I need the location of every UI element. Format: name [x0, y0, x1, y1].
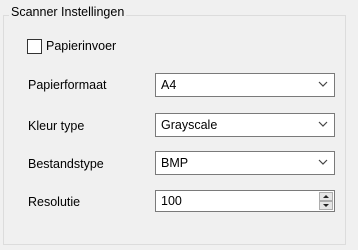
paper-feed-checkbox-row[interactable]: Papierinvoer [27, 37, 116, 55]
group-title: Scanner Instellingen [9, 4, 127, 20]
chevron-down-icon[interactable] [318, 80, 328, 88]
paper-feed-checkbox[interactable] [27, 38, 42, 54]
triangle-up-icon [323, 195, 329, 198]
color-type-combobox[interactable]: Grayscale [155, 113, 335, 137]
paper-size-value: A4 [161, 78, 177, 92]
triangle-down-icon [323, 204, 329, 207]
spin-up-button[interactable] [319, 192, 333, 201]
chevron-down-icon[interactable] [318, 120, 328, 128]
file-type-label: Bestandstype [28, 157, 104, 171]
chevron-down-icon[interactable] [318, 158, 328, 166]
resolution-numeric-input[interactable]: 100 [155, 190, 335, 212]
spin-down-button[interactable] [319, 201, 333, 210]
color-type-label: Kleur type [28, 119, 85, 133]
paper-size-label: Papierformaat [28, 78, 107, 92]
resolution-label: Resolutie [28, 195, 81, 209]
resolution-value[interactable]: 100 [161, 192, 182, 210]
file-type-value: BMP [161, 156, 189, 170]
resolution-spinner[interactable] [319, 192, 333, 210]
paper-size-combobox[interactable]: A4 [155, 73, 335, 97]
paper-feed-label[interactable]: Papierinvoer [46, 37, 116, 55]
color-type-value: Grayscale [161, 118, 218, 132]
file-type-combobox[interactable]: BMP [155, 151, 335, 175]
